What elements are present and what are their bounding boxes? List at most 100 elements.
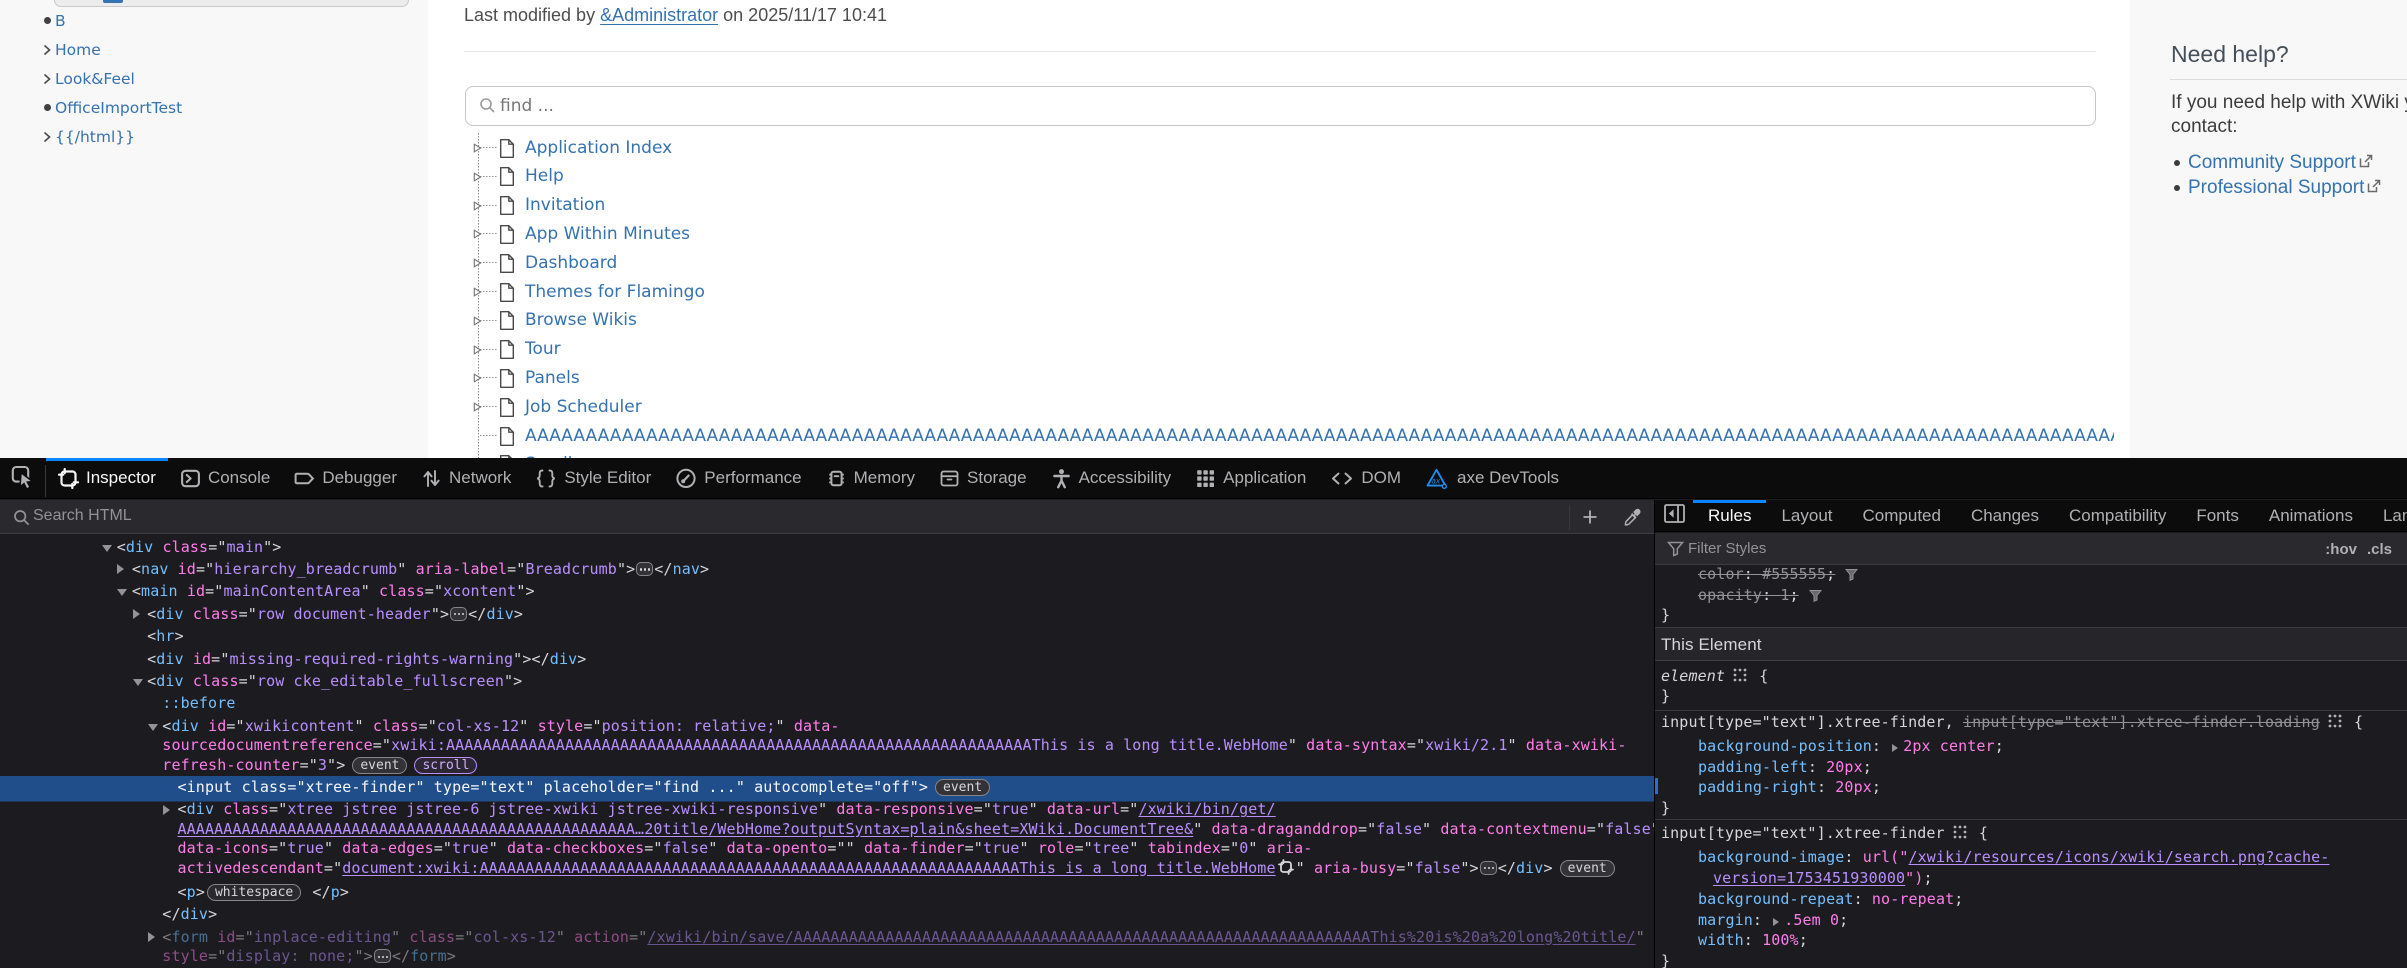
tree-node[interactable]: Dashboard: [464, 248, 2114, 277]
attribute-link[interactable]: /xwiki/bin/get/: [1138, 800, 1275, 818]
tree-node[interactable]: Themes for Flamingo: [464, 277, 2114, 306]
sidebar-tab-compatibility[interactable]: Compatibility: [2054, 500, 2181, 531]
sidebar-tab-landmarks[interactable]: Landmarks: [2368, 500, 2407, 531]
rule-line[interactable]: background-position: 2px center;: [1661, 736, 2407, 757]
expand-shorthand-icon[interactable]: [1892, 744, 1898, 752]
author-link[interactable]: &Administrator: [600, 5, 718, 25]
collapsed-children-icon[interactable]: [636, 562, 653, 576]
tree-node[interactable]: Invitation: [464, 191, 2114, 220]
tree-expand-caret[interactable]: [473, 402, 482, 412]
expand-arrow-open-icon[interactable]: [148, 724, 158, 731]
event-badge[interactable]: event: [935, 779, 990, 796]
hov-toggle[interactable]: :hov: [2325, 541, 2357, 558]
sidebar-item-look-feel[interactable]: Look&Feel: [0, 64, 428, 93]
tree-finder-input[interactable]: find ...: [465, 86, 2096, 126]
tree-expand-caret[interactable]: [473, 287, 482, 297]
tree-expand-caret[interactable]: [473, 172, 482, 182]
expand-arrow-open-icon[interactable]: [117, 589, 127, 596]
community-support-link[interactable]: Community Support: [2188, 152, 2356, 173]
help-link-professional[interactable]: Professional Support: [2188, 177, 2381, 199]
devtools-tab-network[interactable]: Network: [409, 458, 523, 498]
css-url-link[interactable]: version=1753451930000: [1713, 869, 1905, 887]
tree-node[interactable]: App Within Minutes: [464, 219, 2114, 248]
devtools-tab-axe-devtools[interactable]: axaxe DevTools: [1413, 458, 1571, 498]
pick-element-button[interactable]: [0, 458, 46, 498]
tree-expand-caret[interactable]: [473, 373, 482, 383]
attribute-link[interactable]: /xwiki/bin/save/AAAAAAAAAAAAAAAAAAAAAAAA…: [647, 928, 1635, 946]
tree-node-label[interactable]: Invitation: [525, 195, 605, 215]
expand-arrow-open-icon[interactable]: [133, 679, 143, 686]
rule-line[interactable]: width: 100%;: [1661, 930, 2407, 951]
tree-node[interactable]: AAAAAAAAAAAAAAAAAAAAAAAAAAAAAAAAAAAAAAAA…: [464, 421, 2114, 450]
markup-node-selected[interactable]: <input class="xtree-finder" type="text" …: [0, 776, 1654, 798]
markup-node[interactable]: <hr>: [0, 626, 1654, 648]
sidebar-item--html-[interactable]: {{/html}}: [0, 122, 428, 151]
help-link-community[interactable]: Community Support: [2188, 152, 2373, 174]
tree-node[interactable]: Job Scheduler: [464, 392, 2114, 421]
rule-line[interactable]: padding-right: 20px;: [1661, 777, 2407, 798]
tree-node-label[interactable]: Tour: [525, 339, 561, 359]
tree-node[interactable]: Browse Wikis: [464, 306, 2114, 335]
sidebar-tab-computed[interactable]: Computed: [1848, 500, 1956, 531]
markup-node[interactable]: <main id="mainContentArea" class="xconte…: [0, 581, 1654, 603]
tree-expand-caret[interactable]: [473, 229, 482, 239]
rule-line[interactable]: opacity: 1;: [1661, 586, 2407, 606]
tree-node-label[interactable]: Application Index: [525, 138, 672, 158]
tree-node[interactable]: Sandbox: [464, 450, 2114, 458]
rule-line[interactable]: color: #555555;: [1661, 566, 2407, 586]
sidebar-link[interactable]: B: [55, 12, 66, 30]
expand-arrow-open-icon[interactable]: [102, 545, 112, 552]
tree-node-label[interactable]: App Within Minutes: [525, 224, 690, 244]
collapsed-children-icon[interactable]: [374, 949, 391, 963]
rule-line[interactable]: input[type="text"].xtree-finder {: [1661, 823, 2407, 845]
markup-node[interactable]: <form id="inplace-editing" class="col-xs…: [0, 926, 1654, 968]
tree-node-label[interactable]: Themes for Flamingo: [525, 282, 705, 302]
devtools-tab-accessibility[interactable]: Accessibility: [1039, 458, 1184, 498]
markup-node[interactable]: <div id="xwikicontent" class="col-xs-12"…: [0, 715, 1654, 776]
select-node-icon[interactable]: [1278, 859, 1294, 880]
devtools-tab-dom[interactable]: DOM: [1318, 458, 1413, 498]
collapse-sidebar-button[interactable]: [1655, 500, 1693, 531]
tree-node-label[interactable]: Job Scheduler: [525, 397, 642, 417]
devtools-tab-style-editor[interactable]: Style Editor: [523, 458, 663, 498]
devtools-tab-memory[interactable]: Memory: [814, 458, 927, 498]
tree-node-label[interactable]: Browse Wikis: [525, 310, 637, 330]
tree-node-label[interactable]: Dashboard: [525, 253, 617, 273]
rule-line[interactable]: element {: [1661, 667, 2407, 687]
markup-search-bar[interactable]: Search HTML: [0, 500, 1654, 534]
rule-line[interactable]: version=1753451930000");: [1661, 868, 2407, 889]
add-node-button[interactable]: [1582, 509, 1598, 530]
cls-toggle[interactable]: .cls: [2367, 541, 2392, 558]
selector-highlighter-icon[interactable]: [1953, 824, 1967, 845]
markup-node[interactable]: <p>whitespace </p>: [0, 882, 1654, 904]
tree-node-label[interactable]: Help: [525, 166, 564, 186]
rule-line[interactable]: input[type="text"].xtree-finder, input[t…: [1661, 712, 2407, 734]
rule-line[interactable]: padding-left: 20px;: [1661, 757, 2407, 778]
collapsed-children-icon[interactable]: [1480, 861, 1497, 875]
tree-node[interactable]: Tour: [464, 335, 2114, 364]
devtools-tab-debugger[interactable]: Debugger: [282, 458, 409, 498]
tree-expand-caret[interactable]: [473, 201, 482, 211]
expand-arrow-closed-icon[interactable]: [148, 932, 155, 942]
markup-node[interactable]: <nav id="hierarchy_breadcrumb" aria-labe…: [0, 558, 1654, 580]
markup-node[interactable]: <div class="row cke_editable_fullscreen"…: [0, 670, 1654, 692]
sidebar-tab-layout[interactable]: Layout: [1766, 500, 1847, 531]
devtools-tab-storage[interactable]: Storage: [927, 458, 1039, 498]
rule-line[interactable]: }: [1661, 606, 2407, 624]
collapsed-children-icon[interactable]: [450, 607, 467, 621]
professional-support-link[interactable]: Professional Support: [2188, 177, 2364, 198]
tree-node[interactable]: Application Index: [464, 133, 2114, 162]
sidebar-link[interactable]: OfficeImportTest: [55, 99, 182, 117]
expand-arrow-closed-icon[interactable]: [163, 805, 170, 815]
tree-expand-caret[interactable]: [473, 143, 482, 153]
attribute-link[interactable]: AAAAAAAAAAAAAAAAAAAAAAAAAAAAAAAAAAAAAAAA…: [178, 820, 1194, 838]
scroll-badge[interactable]: scroll: [414, 757, 477, 774]
rule-line[interactable]: background-image: url("/xwiki/resources/…: [1661, 847, 2407, 868]
markup-node[interactable]: <div class="row document-header"></div>: [0, 603, 1654, 625]
rule-line[interactable]: background-repeat: no-repeat;: [1661, 889, 2407, 910]
sidebar-item-b[interactable]: B: [0, 6, 428, 35]
markup-node[interactable]: </div>: [0, 904, 1654, 926]
selector-highlighter-icon[interactable]: [1733, 668, 1747, 687]
sidebar-tab-animations[interactable]: Animations: [2254, 500, 2368, 531]
devtools-tab-application[interactable]: Application: [1183, 458, 1318, 498]
